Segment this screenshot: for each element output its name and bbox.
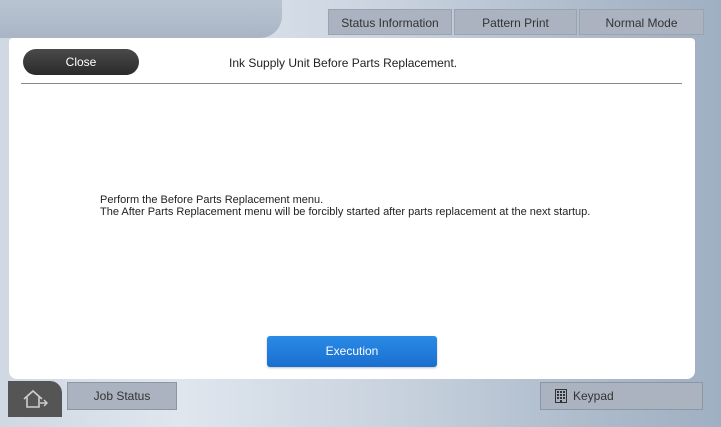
page-title: Ink Supply Unit Before Parts Replacement… — [229, 56, 458, 70]
keypad-label: Keypad — [573, 389, 614, 403]
keypad-button[interactable]: Keypad — [540, 382, 703, 410]
home-icon — [23, 389, 48, 408]
dialog-panel: Close Ink Supply Unit Before Parts Repla… — [9, 38, 695, 379]
execution-button[interactable]: Execution — [267, 336, 437, 367]
close-button[interactable]: Close — [23, 49, 139, 75]
tab-status-information[interactable]: Status Information — [328, 9, 452, 35]
home-button[interactable] — [8, 381, 62, 417]
bottom-bar: Job Status Keypad — [0, 381, 721, 427]
title-divider — [21, 83, 682, 84]
job-status-button[interactable]: Job Status — [67, 382, 177, 410]
top-bar-background — [0, 0, 282, 38]
tab-normal-mode[interactable]: Normal Mode — [579, 9, 704, 35]
tab-pattern-print[interactable]: Pattern Print — [454, 9, 577, 35]
message-line-1: Perform the Before Parts Replacement men… — [100, 194, 324, 206]
message-text: Perform the Before Parts Replacement men… — [100, 194, 660, 218]
message-line-2: The After Parts Replacement menu will be… — [100, 206, 591, 218]
keypad-icon — [555, 389, 567, 403]
